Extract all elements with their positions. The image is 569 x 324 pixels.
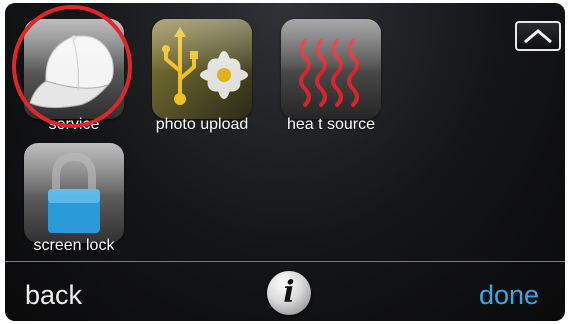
- footer-divider: [5, 261, 565, 262]
- chevron-up-icon: [524, 29, 552, 44]
- heat-source-label: hea t source: [286, 116, 376, 133]
- info-button[interactable]: i: [267, 271, 311, 315]
- padlock-icon: [48, 152, 100, 233]
- heat-source-tile[interactable]: [281, 19, 381, 119]
- highlight-ring: [12, 5, 132, 128]
- screen-lock-tile[interactable]: [24, 143, 124, 243]
- usb-photo-icon: [162, 27, 248, 105]
- scroll-up-button[interactable]: [515, 21, 561, 51]
- screen-lock-label: screen lock: [33, 237, 115, 254]
- settings-screen: service photo upload hea t source screen…: [5, 3, 565, 321]
- photo-upload-label: photo upload: [155, 116, 249, 133]
- heat-waves-icon: [299, 39, 359, 107]
- done-button[interactable]: done: [479, 280, 539, 311]
- photo-upload-tile[interactable]: [152, 19, 252, 119]
- back-button[interactable]: back: [25, 280, 82, 311]
- info-icon: i: [283, 275, 295, 310]
